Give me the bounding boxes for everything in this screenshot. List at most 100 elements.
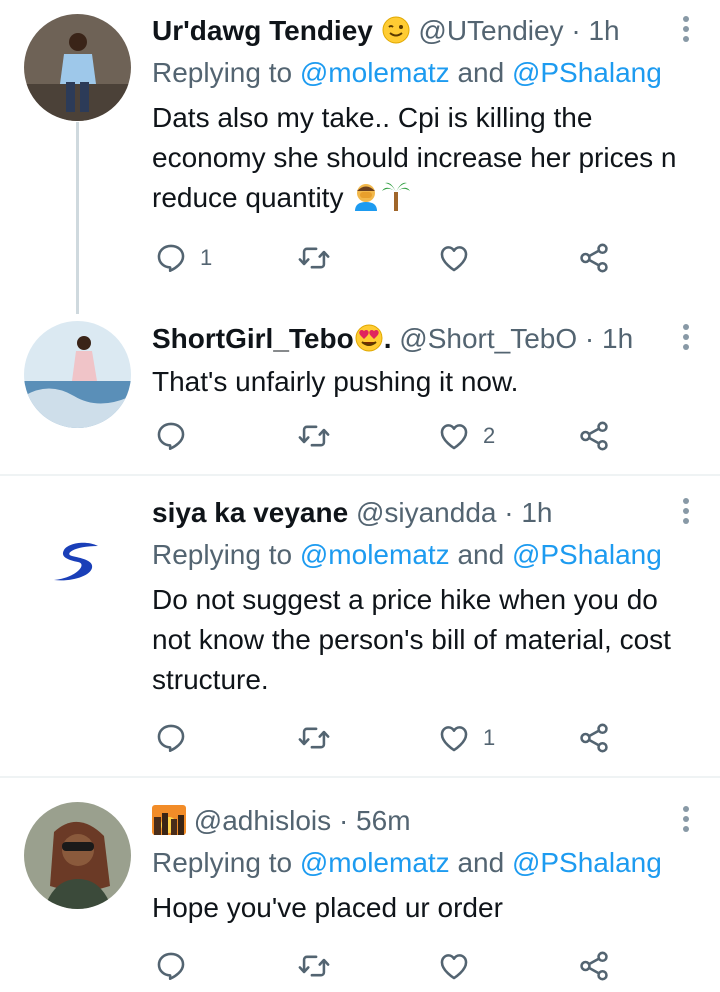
reply-button[interactable] xyxy=(154,416,200,456)
reply-icon xyxy=(154,949,188,983)
display-name-suffix: . xyxy=(383,323,392,354)
facepalm-emoji xyxy=(351,180,381,223)
like-button[interactable]: 2 xyxy=(437,416,495,456)
more-options-icon[interactable] xyxy=(682,498,690,528)
like-button[interactable]: 1 xyxy=(437,718,495,758)
share-icon xyxy=(577,721,611,755)
tweet-text: Hope you've placed ur order xyxy=(152,888,697,928)
reply-count: 1 xyxy=(200,245,213,270)
tweet-body: Hope you've placed ur order xyxy=(152,892,503,923)
heart-icon xyxy=(437,721,471,755)
replying-to: Replying to @molematz and @PShalang xyxy=(152,538,662,572)
mention-link[interactable]: @molematz xyxy=(300,57,450,88)
palm-tree-emoji xyxy=(381,180,411,223)
retweet-button[interactable] xyxy=(297,718,343,758)
avatar[interactable] xyxy=(24,802,131,909)
replying-prefix: Replying to xyxy=(152,57,293,88)
share-button[interactable] xyxy=(577,946,611,986)
share-icon xyxy=(577,241,611,275)
tweet-item[interactable]: siya ka veyane @siyandda · 1h Replying t… xyxy=(0,476,720,776)
timestamp[interactable]: 1h xyxy=(602,323,633,354)
heart-icon xyxy=(437,419,471,453)
mention-link[interactable]: @PShalang xyxy=(512,539,662,570)
retweet-button[interactable] xyxy=(297,238,343,278)
share-button[interactable] xyxy=(577,238,611,278)
tweet-text: Do not suggest a price hike when you do … xyxy=(152,580,697,700)
replying-to: Replying to @molematz and @PShalang xyxy=(152,56,662,90)
handle[interactable]: @adhislois xyxy=(194,805,331,836)
retweet-icon xyxy=(297,949,331,983)
tweet-actions: 1 xyxy=(152,238,632,278)
tweet-body: That's unfairly pushing it now. xyxy=(152,366,519,397)
tweet-body: Dats also my take.. Cpi is killing the e… xyxy=(152,102,677,213)
city-sunset-emoji xyxy=(152,805,186,843)
reply-button[interactable]: 1 xyxy=(154,238,212,278)
replying-joiner: and xyxy=(457,847,505,878)
tweet-text: That's unfairly pushing it now. xyxy=(152,362,697,402)
handle[interactable]: @Short_TebO xyxy=(399,323,577,354)
retweet-button[interactable] xyxy=(297,416,343,456)
retweet-button[interactable] xyxy=(297,946,343,986)
heart-eyes-emoji xyxy=(354,323,384,361)
mention-link[interactable]: @PShalang xyxy=(512,847,662,878)
reply-icon xyxy=(154,241,188,275)
like-button[interactable] xyxy=(437,946,483,986)
retweet-icon xyxy=(297,721,331,755)
separator: · xyxy=(338,805,349,836)
timestamp[interactable]: 1h xyxy=(521,497,552,528)
handle[interactable]: @UTendiey xyxy=(418,15,563,46)
timestamp[interactable]: 56m xyxy=(356,805,410,836)
tweet-item[interactable]: ShortGirl_Tebo. @Short_TebO · 1h That's … xyxy=(0,318,720,474)
share-icon xyxy=(577,949,611,983)
display-name[interactable]: ShortGirl_Tebo xyxy=(152,323,354,354)
avatar[interactable] xyxy=(24,14,131,121)
mention-link[interactable]: @molematz xyxy=(300,847,450,878)
reply-button[interactable] xyxy=(154,718,200,758)
tweet-actions: 2 xyxy=(152,416,632,456)
tweet-header: Ur'dawg Tendiey @UTendiey · 1h xyxy=(152,14,620,53)
replying-prefix: Replying to xyxy=(152,539,293,570)
reply-button[interactable] xyxy=(154,946,200,986)
heart-icon xyxy=(437,949,471,983)
tweet-item[interactable]: @adhislois · 56m Replying to @molematz a… xyxy=(0,778,720,992)
winking-face-emoji xyxy=(381,15,411,53)
thread-line xyxy=(76,122,79,314)
separator: · xyxy=(504,497,514,528)
replying-joiner: and xyxy=(457,539,505,570)
more-options-icon[interactable] xyxy=(682,16,690,46)
retweet-icon xyxy=(297,241,331,275)
avatar[interactable] xyxy=(24,321,131,428)
tweet-item[interactable]: Ur'dawg Tendiey @UTendiey · 1h Replying … xyxy=(0,0,720,318)
more-options-icon[interactable] xyxy=(682,324,690,354)
display-name[interactable]: siya ka veyane xyxy=(152,497,348,528)
replying-to: Replying to @molematz and @PShalang xyxy=(152,846,662,880)
mention-link[interactable]: @PShalang xyxy=(512,57,662,88)
more-options-icon[interactable] xyxy=(682,806,690,836)
timestamp[interactable]: 1h xyxy=(588,15,619,46)
tweet-text: Dats also my take.. Cpi is killing the e… xyxy=(152,98,697,223)
retweet-icon xyxy=(297,419,331,453)
separator: · xyxy=(584,323,595,354)
heart-icon xyxy=(437,241,471,275)
handle[interactable]: @siyandda xyxy=(356,497,497,528)
tweet-body: Do not suggest a price hike when you do … xyxy=(152,584,671,695)
like-button[interactable] xyxy=(437,238,483,278)
share-icon xyxy=(577,419,611,453)
share-button[interactable] xyxy=(577,718,611,758)
tweet-header: siya ka veyane @siyandda · 1h xyxy=(152,496,553,530)
reply-icon xyxy=(154,721,188,755)
replying-joiner: and xyxy=(457,57,505,88)
tweet-actions xyxy=(152,946,632,986)
mention-link[interactable]: @molematz xyxy=(300,539,450,570)
replying-prefix: Replying to xyxy=(152,847,293,878)
tweet-header: ShortGirl_Tebo. @Short_TebO · 1h xyxy=(152,322,633,361)
display-name[interactable]: Ur'dawg Tendiey xyxy=(152,15,373,46)
avatar[interactable] xyxy=(24,492,131,599)
like-count: 1 xyxy=(483,725,496,750)
like-count: 2 xyxy=(483,423,496,448)
separator: · xyxy=(571,15,581,46)
tweet-header: @adhislois · 56m xyxy=(152,804,411,843)
tweet-actions: 1 xyxy=(152,718,632,758)
share-button[interactable] xyxy=(577,416,611,456)
reply-icon xyxy=(154,419,188,453)
